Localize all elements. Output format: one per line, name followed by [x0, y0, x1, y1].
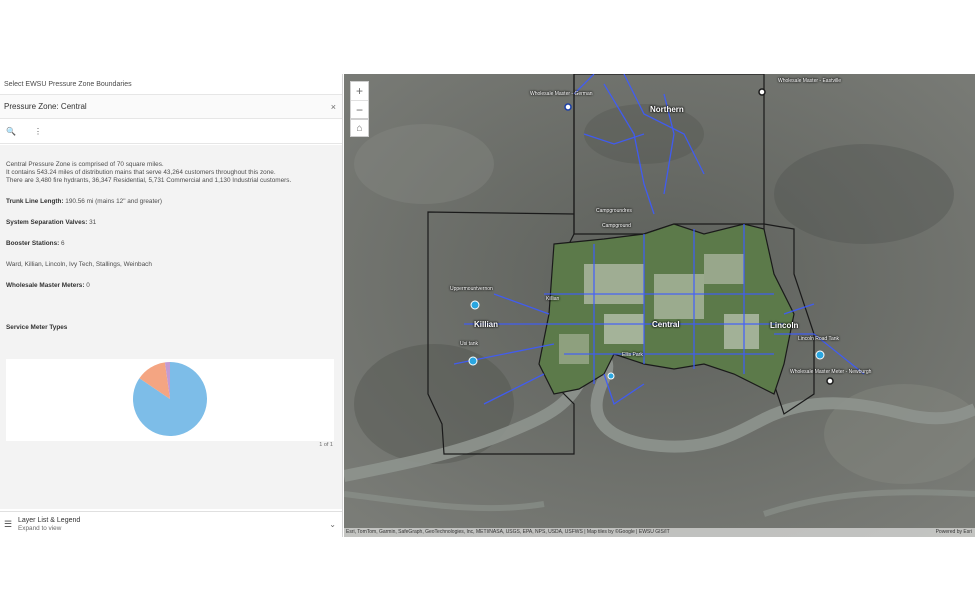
wholesale-value: 0: [86, 282, 90, 289]
chevron-down-icon[interactable]: ⌄: [329, 520, 336, 529]
description-line: Central Pressure Zone is comprised of 70…: [6, 161, 164, 168]
trunk-line-value: 190.56 mi (mains 12" and greater): [65, 198, 163, 205]
list-icon: ☰: [4, 519, 13, 529]
map-label-lincoln: Lincoln: [770, 321, 799, 330]
map-label-ellis-park: Ellis Park: [622, 352, 643, 358]
map-view[interactable]: + − ⌂ Northern Killian Central Lincoln W…: [344, 74, 975, 537]
panel-heading: Select EWSU Pressure Zone Boundaries: [0, 74, 342, 95]
map-label-campground: Campground: [602, 223, 631, 229]
map-label-uppermountvernon: Uppermountvernon: [450, 286, 493, 292]
layer-list-subtitle: Expand to view: [18, 525, 62, 532]
map-canvas: [344, 74, 975, 537]
popup-header: Pressure Zone: Central ×: [0, 95, 342, 119]
map-label-central: Central: [652, 320, 680, 329]
booster-label: Booster Stations:: [6, 240, 60, 247]
map-label-killian-station: Killian: [546, 296, 560, 302]
app-stage: Select EWSU Pressure Zone Boundaries Pre…: [0, 0, 975, 615]
description-line: It contains 543.24 miles of distribution…: [6, 169, 276, 176]
powered-by[interactable]: Powered by Esri: [936, 528, 972, 537]
map-label-wholesale-german: Wholesale Master - German: [530, 91, 593, 97]
valves-label: System Separation Valves:: [6, 219, 88, 226]
chart-section-title: Service Meter Types: [6, 324, 68, 331]
more-options-icon[interactable]: ⋮: [34, 127, 42, 136]
popup-title: Pressure Zone: Central: [4, 102, 87, 111]
map-label-usi-tank: Usi tank: [460, 341, 479, 347]
map-label-campgroundres: Campgroundres: [596, 208, 632, 214]
pie-chart-container: [6, 359, 334, 441]
close-icon[interactable]: ×: [331, 102, 336, 112]
popup-toolbar: 🔍 ⋮: [0, 119, 342, 144]
home-button[interactable]: ⌂: [350, 119, 369, 137]
zoom-in-button[interactable]: +: [351, 82, 368, 100]
description-line: There are 3,480 fire hydrants, 36,347 Re…: [6, 177, 292, 184]
layer-list-title: Layer List & Legend: [18, 517, 81, 524]
map-attribution: Esri, TomTom, Garmin, SafeGraph, GeoTech…: [344, 528, 975, 537]
pie-chart: [133, 362, 208, 436]
zone-description: Central Pressure Zone is comprised of 70…: [6, 161, 336, 185]
wholesale-label: Wholesale Master Meters:: [6, 282, 85, 289]
valves-field: System Separation Valves: 31: [6, 219, 336, 227]
side-panel: Select EWSU Pressure Zone Boundaries Pre…: [0, 74, 343, 537]
booster-value: 6: [61, 240, 65, 247]
attribution-text: Esri, TomTom, Garmin, SafeGraph, GeoTech…: [346, 529, 670, 535]
wholesale-field: Wholesale Master Meters: 0: [6, 282, 336, 290]
zoom-to-icon[interactable]: 🔍: [6, 127, 16, 136]
popup-content: Central Pressure Zone is comprised of 70…: [0, 145, 342, 509]
pager: 1 of 1: [319, 442, 333, 448]
trunk-line-field: Trunk Line Length: 190.56 mi (mains 12" …: [6, 198, 336, 206]
map-label-lincoln-tank: Lincoln Road Tank: [798, 336, 840, 342]
map-label-wholesale-eastville: Wholesale Master - Eastville: [778, 78, 842, 84]
map-label-killian: Killian: [474, 320, 499, 329]
layer-list-toggle[interactable]: ☰ Layer List & Legend Expand to view ⌄: [0, 511, 342, 537]
layer-list-text: Layer List & Legend Expand to view: [18, 517, 329, 532]
zoom-out-button[interactable]: −: [351, 100, 368, 118]
map-label-wholesale-newburgh: Wholesale Master Meter - Newburgh: [790, 369, 872, 375]
zoom-control: + −: [350, 81, 369, 119]
trunk-line-label: Trunk Line Length:: [6, 198, 64, 205]
map-label-northern: Northern: [650, 105, 684, 114]
booster-field: Booster Stations: 6: [6, 240, 336, 248]
booster-list: Ward, Killian, Lincoln, Ivy Tech, Stalli…: [6, 261, 152, 268]
valves-value: 31: [89, 219, 97, 226]
